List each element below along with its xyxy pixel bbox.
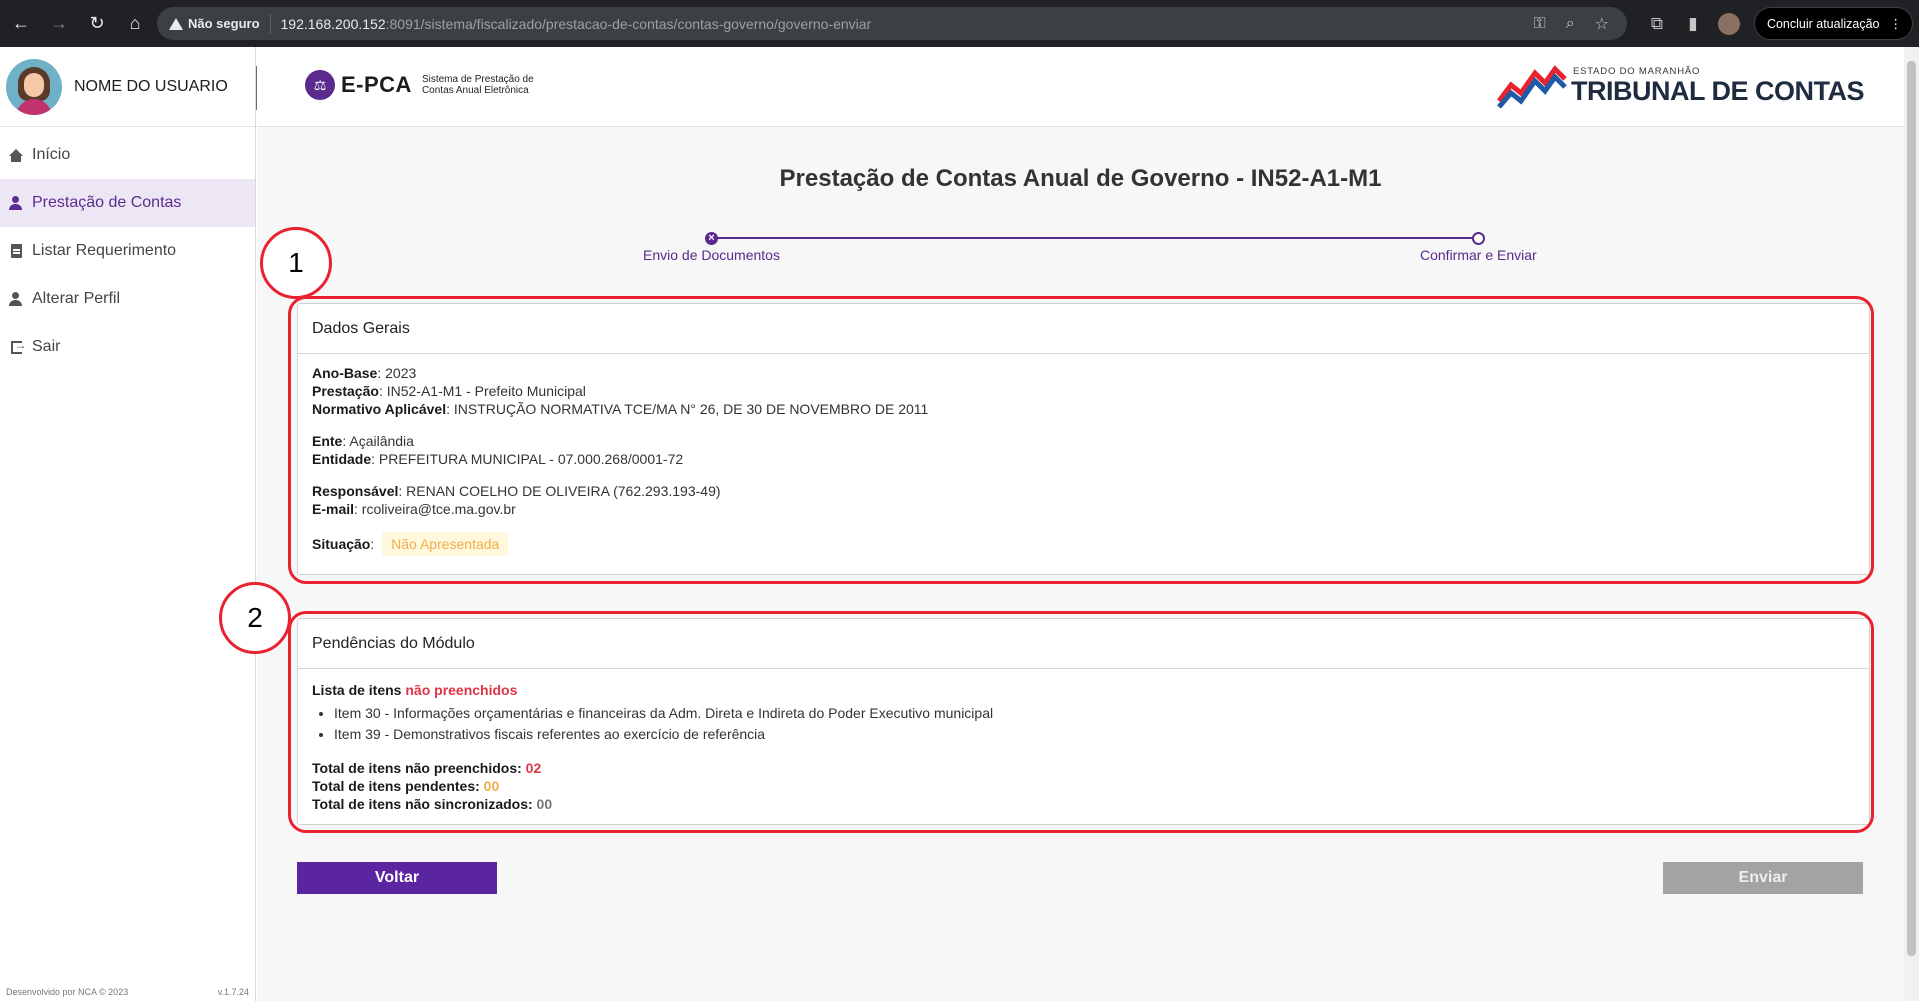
normativo-value: : INSTRUÇÃO NORMATIVA TCE/MA N° 26, DE 3… <box>446 401 929 417</box>
avatar <box>6 58 62 115</box>
user-name: NOME DO USUARIO <box>74 77 228 95</box>
scroll-thumb[interactable] <box>1907 61 1916 956</box>
forward-icon[interactable]: → <box>42 7 76 41</box>
total-nao-sincronizados-label: Total de itens não sincronizados: <box>312 796 537 812</box>
security-chip[interactable]: Não seguro <box>169 13 271 34</box>
responsavel-label: Responsável <box>312 483 399 499</box>
list-item: Item 39 - Demonstrativos fiscais referen… <box>334 724 1855 745</box>
user-check-icon <box>8 195 24 211</box>
user-edit-icon <box>8 291 24 307</box>
epca-logo[interactable]: ⚖ E-PCA Sistema de Prestação de Contas A… <box>305 70 534 100</box>
sidebar-item-label: Início <box>32 146 71 163</box>
sidebar-item-label: Listar Requerimento <box>32 242 177 259</box>
ano-base-label: Ano-Base <box>312 365 378 381</box>
document-icon <box>8 243 24 259</box>
tce-logo: ESTADO DO MARANHÃO TRIBUNAL DE CONTAS <box>1497 61 1865 109</box>
key-icon[interactable]: ⚿ <box>1534 15 1546 33</box>
prestacao-value: : IN52-A1-M1 - Prefeito Municipal <box>378 383 586 399</box>
list-item: Item 30 - Informações orçamentárias e fi… <box>334 703 1855 724</box>
situacao-label: Situação <box>312 536 371 552</box>
total-nao-preenchidos-value: 02 <box>525 760 542 776</box>
logo-subtitle-2: Contas Anual Eletrônica <box>421 85 529 96</box>
address-bar[interactable]: Não seguro 192.168.200.152:8091/sistema/… <box>157 7 1627 40</box>
sidebar-item-alterar-perfil[interactable]: Alterar Perfil <box>0 275 255 323</box>
warning-icon <box>169 17 183 30</box>
app-header: ⚖ E-PCA Sistema de Prestação de Contas A… <box>257 47 1904 127</box>
situacao-separator: : <box>370 536 375 552</box>
enviar-button[interactable]: Enviar <box>1663 862 1863 894</box>
page-scrollbar[interactable] <box>1904 47 1919 1001</box>
logo-subtitle-1: Sistema de Prestação de <box>421 74 534 85</box>
annotation-marker-2: 2 <box>219 582 291 654</box>
total-nao-sincronizados-value: 00 <box>536 796 553 812</box>
sidebar-item-label: Sair <box>32 338 61 355</box>
tce-name: TRIBUNAL DE CONTAS <box>1571 75 1865 106</box>
sidebar-item-label: Alterar Perfil <box>32 290 121 307</box>
extensions-icon[interactable]: ⧉ <box>1646 14 1668 34</box>
card-header: Pendências do Módulo <box>298 619 1869 669</box>
version: v.1.7.24 <box>217 987 249 997</box>
sidebar: NOME DO USUARIO Início Prestação de Cont… <box>0 47 256 1001</box>
prestacao-label: Prestação <box>312 383 379 399</box>
exit-icon <box>8 338 27 355</box>
credits: Desenvolvido por NCA © 2023 <box>6 987 129 997</box>
sidebar-footer: Desenvolvido por NCA © 2023 v.1.7.24 <box>6 987 249 997</box>
email-label: E-mail <box>312 501 355 517</box>
logo-text: E-PCA <box>341 72 412 97</box>
update-label: Concluir atualização <box>1766 16 1880 31</box>
sidebar-item-listar-requerimento[interactable]: Listar Requerimento <box>0 227 255 275</box>
card-header: Dados Gerais <box>298 304 1869 354</box>
sidebar-item-inicio[interactable]: Início <box>0 131 255 179</box>
url-host: 192.168.200.152 <box>280 15 386 32</box>
sidebar-item-prestacao-de-contas[interactable]: Prestação de Contas <box>0 179 255 227</box>
dados-gerais-card: Dados Gerais Ano-Base: 2023 Prestação: I… <box>297 303 1870 575</box>
star-icon[interactable]: ☆ <box>1595 14 1609 34</box>
sidepanel-icon[interactable]: ▮ <box>1682 14 1704 34</box>
lista-highlight: não preenchidos <box>405 682 518 698</box>
ente-label: Ente <box>312 433 343 449</box>
step-1-dot-icon[interactable]: × <box>705 232 718 245</box>
page-title: Prestação de Contas Anual de Governo - I… <box>779 165 1382 192</box>
update-button[interactable]: Concluir atualização ⋮ <box>1753 7 1913 40</box>
stepper-line <box>711 237 1479 239</box>
more-menu-icon: ⋮ <box>1889 17 1903 31</box>
ente-value: : Açailândia <box>342 433 414 449</box>
normativo-label: Normativo Aplicável <box>312 401 447 417</box>
sidebar-item-sair[interactable]: Sair <box>0 323 255 371</box>
sidebar-menu: Início Prestação de Contas Listar Requer… <box>0 131 255 371</box>
not-secure-label: Não seguro <box>188 16 260 31</box>
epca-emblem-icon: ⚖ <box>305 70 335 100</box>
user-profile: NOME DO USUARIO <box>0 47 255 127</box>
url-text[interactable]: 192.168.200.152:8091/sistema/fiscalizado… <box>281 16 872 32</box>
entidade-value: : PREFEITURA MUNICIPAL - 07.000.268/0001… <box>371 451 684 467</box>
url-path: :8091/sistema/fiscalizado/prestacao-de-c… <box>385 15 872 32</box>
step-1-label[interactable]: Envio de Documentos <box>643 247 780 263</box>
back-icon[interactable]: ← <box>4 7 38 41</box>
step-2-label[interactable]: Confirmar e Enviar <box>1420 247 1537 263</box>
main-content: ⚖ E-PCA Sistema de Prestação de Contas A… <box>257 47 1904 1001</box>
status-badge: Não Apresentada <box>382 532 509 556</box>
entidade-label: Entidade <box>312 451 372 467</box>
browser-toolbar: ← → ↻ ⌂ Não seguro 192.168.200.152:8091/… <box>0 0 1919 47</box>
annotation-marker-1: 1 <box>260 227 332 299</box>
voltar-button[interactable]: Voltar <box>297 862 497 894</box>
ano-base-value: : 2023 <box>377 365 417 381</box>
tce-emblem-icon <box>1497 65 1567 109</box>
step-2-dot-icon[interactable] <box>1472 232 1485 245</box>
zoom-icon[interactable]: ⌕ <box>1566 15 1575 33</box>
responsavel-value: : RENAN COELHO DE OLIVEIRA (762.293.193-… <box>398 483 721 499</box>
lista-label: Lista de itens <box>312 682 406 698</box>
pendencias-card: Pendências do Módulo Lista de itens não … <box>297 618 1870 825</box>
pendencias-list: Item 30 - Informações orçamentárias e fi… <box>334 703 1855 745</box>
profile-avatar[interactable] <box>1717 12 1740 35</box>
reload-icon[interactable]: ↻ <box>80 7 114 41</box>
email-value: : rcoliveira@tce.ma.gov.br <box>354 501 516 517</box>
home-icon <box>8 147 24 163</box>
tce-state-label: ESTADO DO MARANHÃO <box>1573 65 1701 77</box>
sidebar-item-label: Prestação de Contas <box>32 194 182 211</box>
total-pendentes-value: 00 <box>483 778 500 794</box>
total-nao-preenchidos-label: Total de itens não preenchidos: <box>312 760 526 776</box>
total-pendentes-label: Total de itens pendentes: <box>312 778 484 794</box>
home-browser-icon[interactable]: ⌂ <box>118 7 152 41</box>
